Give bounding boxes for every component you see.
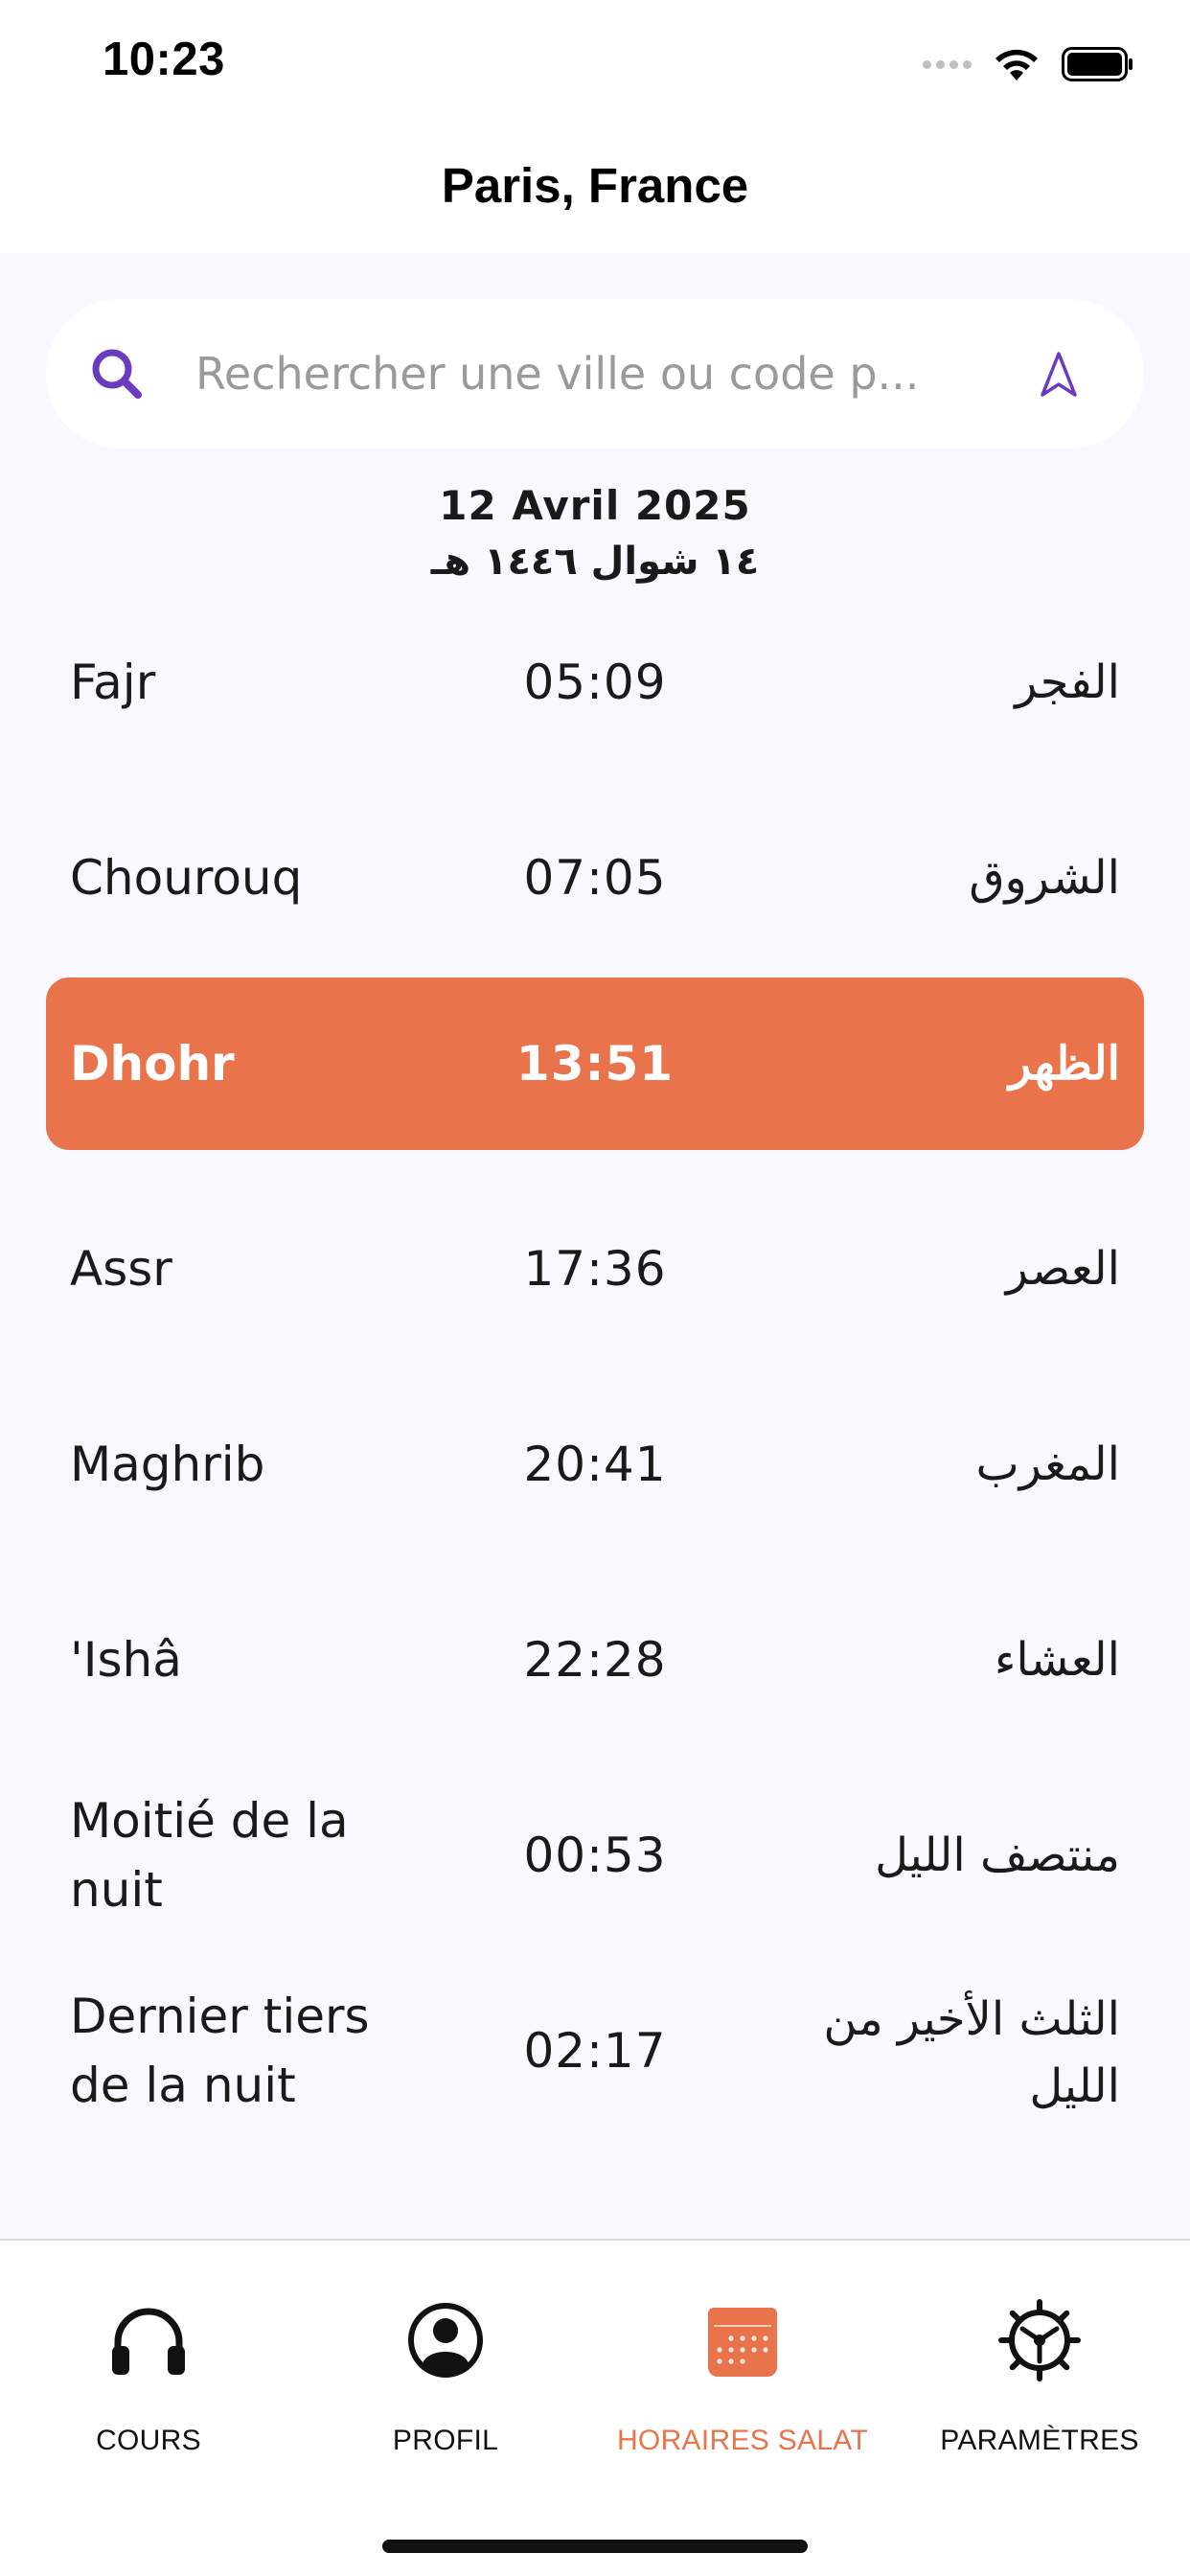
user-circle-icon <box>408 2303 483 2378</box>
tab-horaires-salat[interactable]: HORAIRES SALAT <box>594 2241 891 2471</box>
tab-label: PROFIL <box>392 2425 499 2456</box>
prayer-row-isha: 'Ishâ 22:28 العشاء <box>46 1574 1144 1746</box>
calendar-icon <box>708 2308 777 2377</box>
tab-profil[interactable]: PROFIL <box>297 2241 594 2471</box>
prayer-arabic-name: العشاء <box>994 1633 1120 1687</box>
header: Paris, France <box>0 125 1190 253</box>
prayer-arabic-name: الظهر <box>1009 1037 1120 1091</box>
prayer-arabic-name: الفجر <box>1015 656 1120 709</box>
prayer-name: Moitié de la nuit <box>70 1793 349 1918</box>
tab-bar: COURS PROFIL HORAIRES SALAT PARAMÈTRES <box>0 2239 1190 2576</box>
hijri-date: ١٤ شوال ١٤٤٦ هـ <box>430 540 760 584</box>
status-bar: 10:23 <box>0 0 1190 125</box>
search-input[interactable] <box>195 337 1000 410</box>
prayer-arabic-name: الثلث الأخير من الليل <box>794 1965 1120 2137</box>
prayer-name: Dernier tiers de la nuit <box>70 1989 370 2113</box>
prayer-arabic-name: الشروق <box>969 851 1120 905</box>
tab-label: HORAIRES SALAT <box>616 2425 869 2456</box>
prayer-row-assr: Assr 17:36 العصر <box>46 1183 1144 1355</box>
page-title: Paris, France <box>441 157 749 213</box>
battery-icon <box>1062 47 1133 81</box>
search-icon[interactable] <box>84 341 151 408</box>
prayer-arabic-name: العصر <box>1005 1242 1120 1296</box>
date-block: 12 Avril 2025 ١٤ شوال ١٤٤٦ هـ <box>0 477 1190 588</box>
prayer-row-midnight: Moitié de la nuit 00:53 منتصف الليل <box>46 1769 1144 1942</box>
signal-icon <box>923 59 972 69</box>
prayer-name: Chourouq <box>70 850 303 906</box>
prayer-arabic-name: منتصف الليل <box>875 1828 1120 1882</box>
tab-parametres[interactable]: PARAMÈTRES <box>891 2241 1188 2471</box>
prayer-row-last-third: Dernier tiers de la nuit 02:17 الثلث الأ… <box>46 1965 1144 2137</box>
tab-label: COURS <box>96 2425 201 2456</box>
tab-cours[interactable]: COURS <box>0 2241 297 2471</box>
prayer-name: Fajr <box>70 655 156 710</box>
prayer-name: Dhohr <box>70 1036 235 1092</box>
status-time: 10:23 <box>103 34 225 85</box>
prayer-row-dhohr-current: Dhohr 13:51 الظهر <box>46 978 1144 1150</box>
tab-label: PARAMÈTRES <box>940 2425 1139 2456</box>
home-indicator <box>382 2540 808 2553</box>
prayer-name: Maghrib <box>70 1437 265 1492</box>
status-icons <box>923 46 1134 82</box>
location-arrow-icon[interactable] <box>1033 349 1085 401</box>
prayer-row-chourouq: Chourouq 07:05 الشروق <box>46 792 1144 964</box>
gear-icon <box>998 2299 1081 2381</box>
prayer-arabic-text: الثلث الأخير من الليل <box>823 1992 1120 2113</box>
gregorian-date: 12 Avril 2025 <box>439 482 751 529</box>
prayer-name: 'Ishâ <box>70 1632 182 1688</box>
prayer-arabic-name: المغرب <box>975 1438 1120 1491</box>
main-content: 12 Avril 2025 ١٤ شوال ١٤٤٦ هـ Fajr 05:09… <box>0 253 1190 2239</box>
prayer-row-fajr: Fajr 05:09 الفجر <box>46 596 1144 769</box>
search-bar[interactable] <box>46 299 1144 448</box>
prayer-name: Assr <box>70 1241 172 1297</box>
wifi-icon <box>995 49 1038 80</box>
headphones-icon <box>112 2308 185 2375</box>
prayer-row-maghrib: Maghrib 20:41 المغرب <box>46 1378 1144 1551</box>
